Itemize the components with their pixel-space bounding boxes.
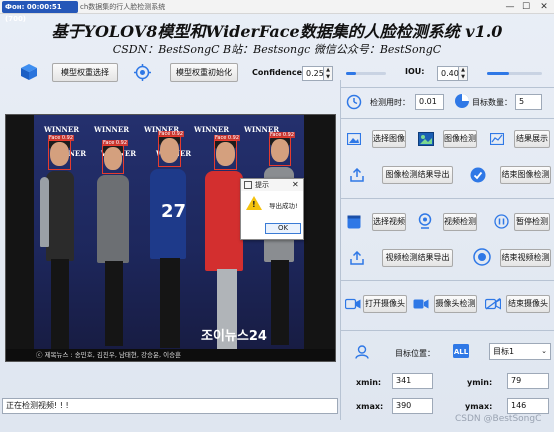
face-bounding-box [102,145,124,174]
confidence-label: Confidence: [252,68,306,77]
user-icon [355,345,369,359]
confidence-slider-fill [346,72,356,75]
panel-divider [340,80,341,420]
face-label: Face 0.92 [269,132,296,138]
dialog-app-icon [244,181,252,189]
pause-icon [494,214,509,229]
check-circle-icon [470,167,486,183]
iou-label: IOU: [405,67,425,76]
section-divider [340,280,554,281]
ymax-label: ymax: [465,402,493,411]
camera-detect-icon [413,299,429,309]
finish-image-detect-button[interactable]: 结束图像检测 [500,166,551,184]
confidence-stepper[interactable]: ▲ ▼ [324,66,333,81]
select-weights-button[interactable]: 模型权重选择 [52,63,118,82]
iou-slider-fill [487,72,509,75]
webcam-icon [418,213,432,229]
ymax-value: 146 [507,398,549,414]
detect-camera-button[interactable]: 摄像头检测 [434,295,477,313]
select-video-button[interactable]: 选择视频 [372,213,406,231]
ymin-value: 79 [507,373,549,389]
all-targets-icon: ALL [453,344,469,358]
export-success-dialog: 提示 ✕ ! 导出成功! OK [240,178,304,240]
face-label: Face 0.92 [214,135,241,141]
export-video-results-button[interactable]: 视频检测结果导出 [382,249,453,267]
image-detect-icon [418,132,434,146]
detect-time-label: 检测用时： [370,98,410,107]
face-bounding-box [269,137,291,166]
csdn-watermark: CSDN @BestSongC [455,414,542,424]
photo-caption: ⓒ 제목뉴스 : 송민호, 김진우, 남태현, 강승윤, 이승훈 [6,349,335,361]
xmax-label: xmax: [356,402,384,411]
close-window-button[interactable]: ✕ [536,0,552,14]
jersey-number: 27 [161,201,187,222]
target-settings-icon [134,64,151,81]
confidence-spinbox[interactable]: 0.25 [302,66,324,81]
init-weights-button[interactable]: 模型权重初始化 [170,63,238,82]
page-title: 基于YOLOV8模型和WiderFace数据集的人脸检测系统 v1.0 [51,22,503,41]
pause-detect-button[interactable]: 暂停检测 [514,213,550,231]
chevron-down-icon: ⌄ [541,347,547,355]
face-label: Face 0.92 [102,140,129,146]
warning-mark: ! [252,200,256,209]
export-image-results-button[interactable]: 图像检测结果导出 [382,166,453,184]
show-results-button[interactable]: 结果展示 [514,130,550,148]
pie-chart-icon [455,94,469,108]
section-divider [340,87,554,88]
face-bounding-box [158,136,181,167]
status-field: 正在检测视频! ! ! [2,398,338,414]
target-select-value: 目标1 [493,347,515,356]
close-camera-button[interactable]: 结束摄像头 [506,295,550,313]
news-logo: 조이뉴스24 [201,329,267,344]
face-bounding-box [48,140,71,170]
section-divider [340,118,554,119]
camera-icon [345,298,361,310]
minimize-button[interactable]: — [502,0,518,14]
window-title: ch数据集的行人脸检测系统 [80,3,166,11]
xmax-value: 390 [392,398,433,414]
banner-text: WINNER [94,125,130,134]
dialog-ok-button[interactable]: OK [265,223,301,234]
select-image-button[interactable]: 选择图像 [372,130,406,148]
svg-text:ALL: ALL [454,348,469,356]
clock-icon [346,94,362,110]
image-icon [347,133,361,145]
cube-icon [21,64,37,80]
finish-video-detect-button[interactable]: 结束视频检测 [500,249,551,267]
video-file-icon [347,215,361,229]
page-subtitle: CSDN：BestSongC B站：Bestsongc 微信公众号：BestSo… [112,43,442,56]
app-badge: Фон: 00:00:51 (700) [2,1,78,23]
iou-stepper[interactable]: ▲ ▼ [459,66,468,81]
dialog-message: 导出成功! [269,202,298,210]
line-chart-icon [490,133,504,145]
target-select[interactable]: 目标1 ⌄ [489,343,551,360]
export-icon [350,251,364,265]
dialog-close-button[interactable]: ✕ [292,179,299,191]
open-camera-button[interactable]: 打开摄像头 [363,295,407,313]
iou-spinbox[interactable]: 0.40 [437,66,459,81]
section-divider [340,198,554,199]
export-icon [350,168,364,182]
banner-text: WINNER [194,125,230,134]
xmin-value: 341 [392,373,433,389]
face-label: Face 0.92 [158,131,185,137]
target-count-value: 5 [515,94,542,110]
ymin-label: ymin: [467,378,493,387]
target-count-label: 目标数量： [472,98,512,107]
xmin-label: xmin: [356,378,382,387]
detect-video-button[interactable]: 视频检测 [443,213,477,231]
stop-circle-icon [473,248,491,266]
detect-image-button[interactable]: 图像检测 [443,130,477,148]
detect-time-value: 0.01 [415,94,444,110]
face-label: Face 0.92 [48,135,75,141]
camera-off-icon [485,298,501,310]
target-position-label: 目标位置： [395,349,435,358]
dialog-title: 提示 [255,181,269,189]
face-bounding-box [214,140,237,170]
maximize-button[interactable]: ☐ [518,0,534,14]
banner-text: WINNER [44,125,80,134]
section-divider [340,330,554,331]
